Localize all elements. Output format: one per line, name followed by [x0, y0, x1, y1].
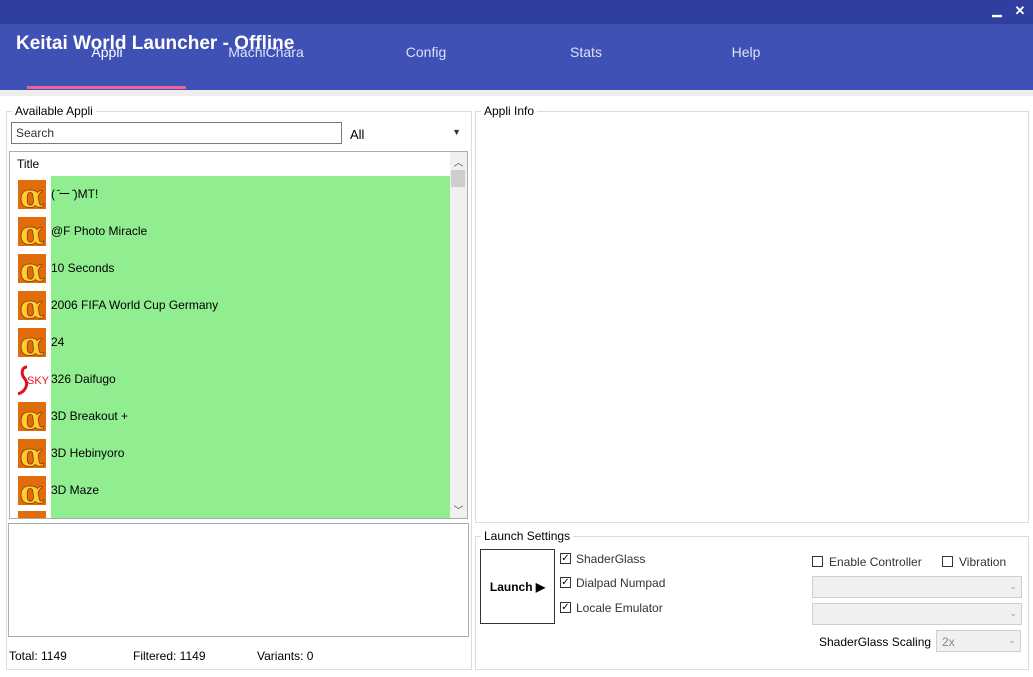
list-item-title-partial — [51, 509, 451, 518]
dialpad-numpad-checkbox[interactable]: ✓ — [560, 577, 571, 588]
launch-button-label: Launch ▶ — [489, 579, 546, 594]
locale-emulator-checkbox[interactable]: ✓ — [560, 602, 571, 613]
shaderglass-scaling-label: ShaderGlass Scaling — [819, 635, 932, 649]
column-header-title[interactable]: Title — [17, 157, 39, 171]
alpha-icon: α — [18, 178, 46, 211]
minimize-button[interactable]: ▁ — [987, 3, 1007, 21]
vibration-label: Vibration — [959, 555, 1007, 569]
list-item[interactable]: α 3D Hebinyoro — [15, 435, 451, 472]
shaderglass-label: ShaderGlass — [576, 552, 646, 566]
alpha-icon: α — [18, 437, 46, 470]
list-item-title: 3D Breakout + — [51, 398, 451, 435]
svg-text:α: α — [20, 400, 45, 433]
enable-controller-checkbox[interactable] — [812, 556, 823, 567]
appli-info-group — [475, 111, 1029, 523]
controller-select[interactable]: ⌄ — [812, 576, 1022, 598]
list-item[interactable]: α 24 — [15, 324, 451, 361]
svg-text:α: α — [20, 178, 45, 211]
variants-count: Variants: 0 — [257, 649, 314, 663]
tab-help[interactable]: Help — [666, 42, 826, 62]
chevron-down-icon: ⌄ — [1009, 581, 1017, 591]
shaderglass-scaling-select[interactable]: 2x ⌄ — [936, 630, 1021, 652]
chevron-down-icon: ⌄ — [1009, 608, 1017, 618]
enable-controller-label: Enable Controller — [829, 555, 922, 569]
svg-text:SKY: SKY — [27, 375, 49, 387]
list-item-title: 326 Daifugo — [51, 361, 451, 398]
svg-text:α: α — [20, 215, 45, 248]
tab-appli[interactable]: Appli — [27, 42, 187, 62]
total-count: Total: 1149 — [9, 649, 67, 663]
close-button[interactable]: ✕ — [1010, 3, 1030, 21]
svg-text:α: α — [20, 289, 45, 322]
list-item-title: @F Photo Miracle — [51, 213, 451, 250]
search-input[interactable] — [11, 122, 342, 144]
list-item[interactable]: α 2006 FIFA World Cup Germany — [15, 287, 451, 324]
active-tab-indicator — [27, 86, 186, 89]
alpha-icon: α — [18, 215, 46, 248]
alpha-icon: α — [18, 400, 46, 433]
list-item[interactable]: α ( ̄ー ̄)MT! — [15, 176, 451, 213]
launch-settings-label: Launch Settings — [481, 529, 574, 543]
svg-text:α: α — [20, 437, 45, 470]
shaderglass-checkbox[interactable]: ✓ — [560, 553, 571, 564]
list-item-title: 3D Maze — [51, 472, 451, 509]
list-item-title: ( ̄ー ̄)MT! — [51, 176, 451, 213]
vibration-checkbox[interactable] — [942, 556, 953, 567]
svg-text:α: α — [20, 474, 45, 507]
window-titlebar[interactable] — [0, 0, 1033, 24]
list-item-title: 2006 FIFA World Cup Germany — [51, 287, 451, 324]
appli-list[interactable]: Title α ( ̄ー ̄)MT! α @F Photo Miracle α … — [9, 151, 468, 519]
scroll-down-icon[interactable]: ﹀ — [450, 502, 467, 517]
list-item-title: 3D Hebinyoro — [51, 435, 451, 472]
list-item-title: 10 Seconds — [51, 250, 451, 287]
scroll-up-icon[interactable]: ︿ — [450, 154, 467, 169]
svg-text:α: α — [20, 252, 45, 285]
list-item[interactable]: α 3D Maze — [15, 472, 451, 509]
appli-info-label: Appli Info — [481, 104, 538, 118]
filter-select-value: All — [350, 127, 365, 142]
dialpad-numpad-label: Dialpad Numpad — [576, 576, 666, 590]
svg-text:α: α — [20, 326, 45, 359]
chevron-down-icon: ⌄ — [1008, 635, 1016, 645]
list-item-partial[interactable] — [15, 509, 451, 518]
sky-icon: SKY — [17, 365, 49, 396]
tab-machichara[interactable]: MachiChara — [186, 42, 346, 62]
filter-select[interactable]: All ▼ — [345, 123, 465, 145]
list-item[interactable]: α 3D Breakout + — [15, 398, 451, 435]
list-item[interactable]: α @F Photo Miracle — [15, 213, 451, 250]
alpha-icon: α — [18, 326, 46, 359]
appli-details-box[interactable] — [8, 523, 469, 637]
alpha-icon: α — [18, 252, 46, 285]
list-item[interactable]: SKY 326 Daifugo — [15, 361, 451, 398]
alpha-icon: α — [18, 289, 46, 322]
available-appli-label: Available Appli — [12, 104, 96, 118]
alpha-icon: α — [18, 474, 46, 507]
alpha-icon — [18, 511, 46, 518]
list-scrollbar[interactable]: ︿ ﹀ — [450, 152, 467, 518]
tab-stats[interactable]: Stats — [506, 42, 666, 62]
launch-button[interactable]: Launch ▶ — [480, 549, 555, 624]
scaling-select-value: 2x — [942, 635, 955, 649]
list-item-title: 24 — [51, 324, 451, 361]
list-item[interactable]: α 10 Seconds — [15, 250, 451, 287]
controller-mapping-select[interactable]: ⌄ — [812, 603, 1022, 625]
chevron-down-icon: ▼ — [452, 127, 461, 137]
tab-config[interactable]: Config — [346, 42, 506, 62]
scroll-thumb[interactable] — [451, 170, 465, 187]
locale-emulator-label: Locale Emulator — [576, 601, 663, 615]
filtered-count: Filtered: 1149 — [133, 649, 206, 663]
tabstrip-divider — [0, 90, 1033, 96]
